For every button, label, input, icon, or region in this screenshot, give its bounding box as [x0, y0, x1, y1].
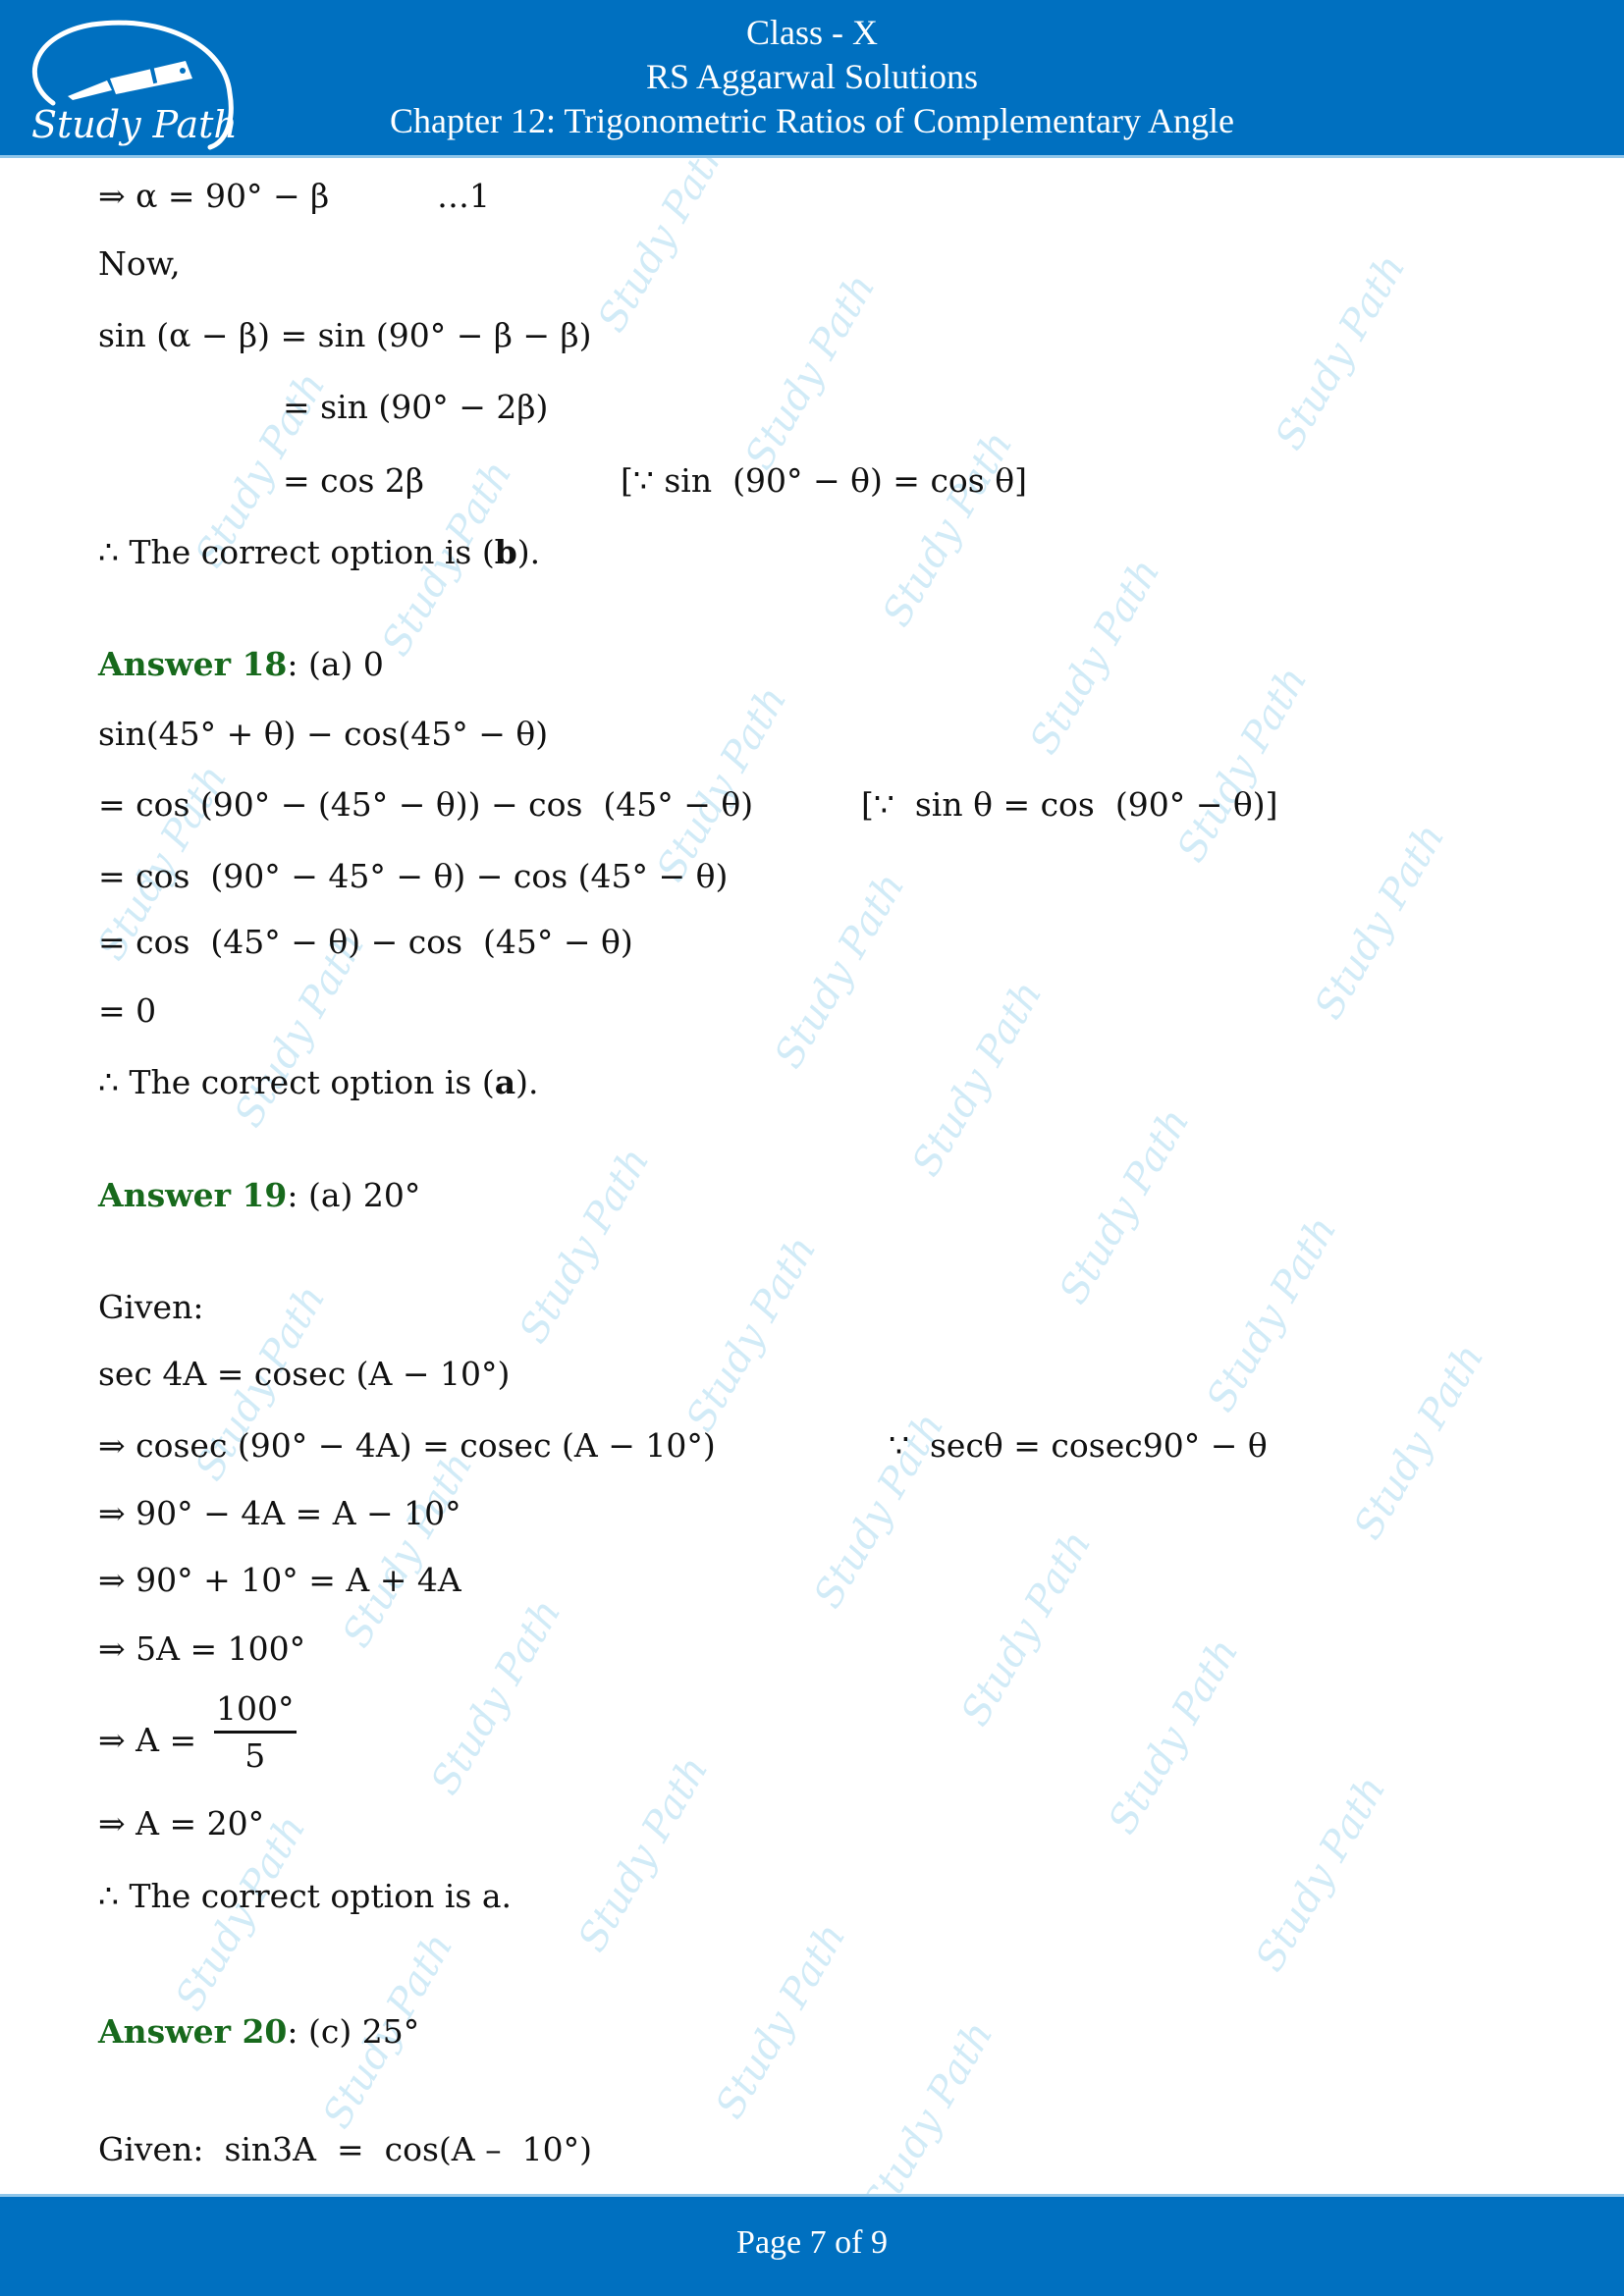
equation-line: ⇒ 90° − 4A = A − 10° — [98, 1494, 461, 1532]
equation-line: ⇒ A = 20° — [98, 1804, 265, 1842]
equation-line: ⇒ α = 90° − β — [98, 177, 330, 215]
watermark: Study Path — [736, 266, 885, 477]
watermark: Study Path — [707, 1915, 855, 2126]
conclusion-line: ∴ The correct option is (b). — [98, 536, 540, 568]
equation-line: = sin (90° − 2β) — [283, 388, 549, 426]
conclusion-text: ∴ The correct option is ( — [98, 533, 495, 571]
watermark: Study Path — [589, 129, 737, 340]
watermark: Study Path — [1247, 1768, 1395, 1979]
answer-label: Answer 19 — [98, 1176, 288, 1214]
header-book-title: RS Aggarwal Solutions — [645, 57, 979, 96]
answer-heading: Answer 18: (a) 0 — [98, 648, 384, 680]
watermark: Study Path — [766, 865, 914, 1076]
watermark: Study Path — [903, 973, 1052, 1184]
watermark: Study Path — [1345, 1336, 1493, 1547]
answer-label: Answer 20 — [98, 2012, 288, 2051]
header-chapter-title: Chapter 12: Trigonometric Ratios of Comp… — [390, 101, 1234, 140]
conclusion-text: ∴ The correct option is ( — [98, 1063, 495, 1101]
watermark: Study Path — [854, 2013, 1002, 2224]
equation-line: sin(45° + θ) − cos(45° − θ) — [98, 715, 549, 753]
fraction-lhs: ⇒ A = — [98, 1721, 197, 1759]
equation-line: ⇒ 5A = 100° — [98, 1629, 306, 1668]
fraction-denominator: 5 — [244, 1736, 266, 1775]
equation-line: ⇒ cosec (90° − 4A) = cosec (A − 10°) — [98, 1426, 716, 1465]
page-number: Page 7 of 9 — [736, 2224, 888, 2261]
text-line: Given: sin3A = cos(A – 10°) — [98, 2130, 592, 2168]
watermark: Study Path — [1168, 659, 1317, 870]
watermark: Study Path — [1306, 816, 1454, 1027]
answer-heading: Answer 20: (c) 25° — [98, 2015, 419, 2048]
watermark: Study Path — [1051, 1100, 1199, 1311]
watermark: Study Path — [422, 1591, 570, 1802]
text-line: Given: — [98, 1288, 204, 1326]
equation-line: = 0 — [98, 991, 157, 1030]
equation-reason: [∵ sin θ = cos (90° − θ)] — [861, 785, 1278, 824]
watermark: Study Path — [511, 1140, 659, 1351]
page-header: Study Path Class - X RS Aggarwal Solutio… — [0, 0, 1624, 155]
answer-value: : (a) 20° — [287, 1176, 421, 1214]
answer-label: Answer 18 — [98, 645, 288, 683]
equation-line: = cos (90° − (45° − θ)) − cos (45° − θ) — [98, 785, 754, 824]
conclusion-text: ). — [515, 1063, 539, 1101]
header-class: Class - X — [746, 13, 878, 52]
equation-line: sec 4A = cosec (A − 10°) — [98, 1355, 511, 1393]
answer-value: : (c) 25° — [287, 2012, 420, 2051]
answer-heading: Answer 19: (a) 20° — [98, 1179, 420, 1211]
equation-reason: [∵ sin (90° − θ) = cos θ] — [621, 461, 1027, 500]
answer-value: : (a) 0 — [287, 645, 384, 683]
equation-line: = cos (45° − θ) − cos (45° − θ) — [98, 923, 633, 961]
fraction-numerator: 100° — [214, 1692, 297, 1734]
equation-line: = cos 2β — [283, 461, 424, 500]
watermark: Study Path — [952, 1522, 1101, 1734]
conclusion-line: ∴ The correct option is (a). — [98, 1066, 538, 1098]
watermark: Study Path — [569, 1748, 718, 1959]
equation-line: sin (α − β) = sin (90° − β − β) — [98, 316, 592, 354]
equation-reference: …1 — [437, 177, 490, 215]
watermark: Study Path — [1021, 551, 1169, 762]
watermark: Study Path — [1100, 1630, 1248, 1842]
text-line: Now, — [98, 244, 181, 283]
equation-line: ⇒ 90° + 10° = A + 4A — [98, 1561, 461, 1599]
fraction: 100° 5 — [214, 1692, 297, 1772]
watermark: Study Path — [1198, 1208, 1346, 1419]
conclusion-line: ∴ The correct option is a. — [98, 1877, 512, 1915]
conclusion-text: ). — [516, 533, 541, 571]
header-divider — [0, 155, 1624, 158]
watermark: Study Path — [1267, 246, 1415, 457]
equation-line: = cos (90° − 45° − θ) − cos (45° − θ) — [98, 857, 729, 895]
correct-option: b — [494, 533, 517, 571]
watermark: Study Path — [874, 423, 1022, 634]
watermark: Study Path — [677, 1228, 826, 1439]
correct-option: a — [494, 1063, 516, 1101]
equation-reason: ∵ secθ = cosec90° − θ — [889, 1426, 1268, 1465]
watermark: Study Path — [334, 1444, 482, 1655]
